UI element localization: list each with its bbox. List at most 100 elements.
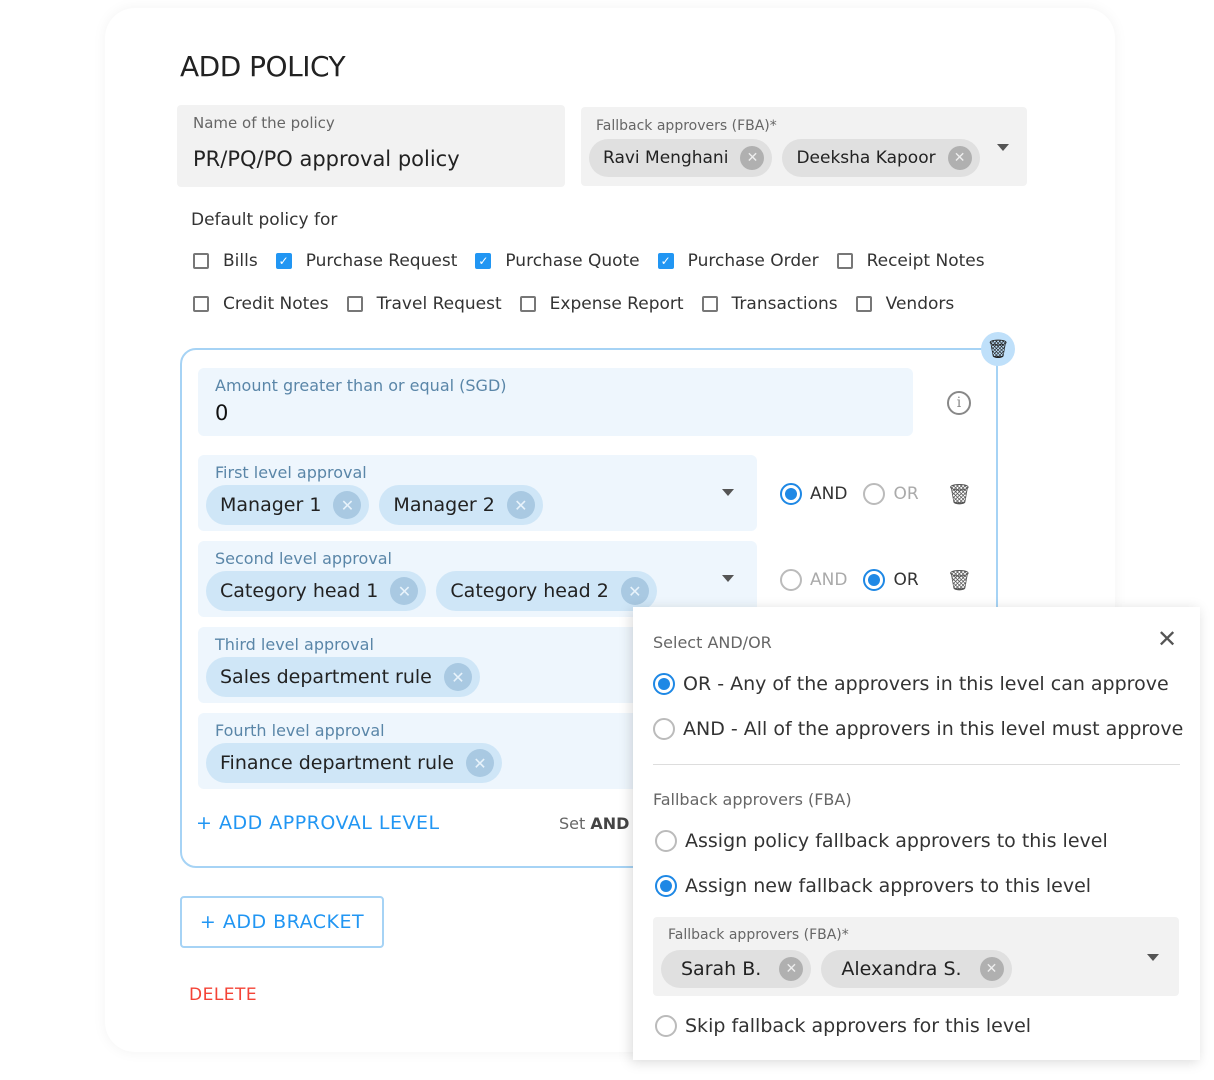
checkbox[interactable] <box>701 296 718 312</box>
popup-option-and[interactable]: AND - All of the approvers in this level… <box>653 718 1183 740</box>
checkbox[interactable] <box>346 296 363 312</box>
approver-chip: Manager 1 ✕ <box>206 485 370 525</box>
remove-chip-icon[interactable]: ✕ <box>620 577 649 605</box>
and-label: AND <box>810 484 848 504</box>
checkbox-credit-notes[interactable]: Credit Notes <box>193 294 329 314</box>
checkbox-vendors[interactable]: Vendors <box>855 294 955 314</box>
popup-fba-title: Fallback approvers (FBA) <box>653 790 852 809</box>
checkbox-label: Bills <box>223 251 258 271</box>
checkbox-label: Purchase Quote <box>505 251 640 271</box>
fallback-approvers-field[interactable]: Fallback approvers (FBA)* Ravi Menghani ✕… <box>581 107 1027 186</box>
radio-fba-skip[interactable] <box>655 1015 677 1037</box>
remove-chip-icon[interactable]: ✕ <box>506 491 535 519</box>
trash-icon[interactable]: 🗑 <box>947 482 972 506</box>
checkbox-label: Transactions <box>731 294 838 314</box>
fba-option-policy[interactable]: Assign policy fallback approvers to this… <box>655 830 1108 852</box>
checkbox-label: Credit Notes <box>223 294 329 314</box>
radio-or[interactable] <box>863 483 886 505</box>
checkbox-travel-request[interactable]: Travel Request <box>346 294 502 314</box>
popup-fba-label: Fallback approvers (FBA)* <box>668 927 849 943</box>
checkbox-row: Credit Notes Travel Request Expense Report… <box>193 294 972 314</box>
and-label: AND <box>810 570 848 590</box>
radio-and[interactable] <box>780 483 802 505</box>
set-and-or-link[interactable]: Set AND <box>559 814 629 833</box>
checkbox[interactable] <box>855 296 872 312</box>
fba-option-skip[interactable]: Skip fallback approvers for this level <box>655 1015 1031 1037</box>
and-or-toggle: AND OR 🗑 <box>780 482 972 506</box>
amount-value: 0 <box>215 401 229 425</box>
remove-chip-icon[interactable]: ✕ <box>979 957 1004 981</box>
checkbox[interactable]: ✓ <box>657 253 674 269</box>
radio-and[interactable] <box>653 718 675 740</box>
checkbox-label: Purchase Order <box>687 251 819 271</box>
dropdown-caret-icon[interactable] <box>722 489 734 496</box>
delete-bracket-button[interactable]: 🗑 <box>981 332 1015 366</box>
checkbox-label: Receipt Notes <box>866 251 985 271</box>
checkbox[interactable]: ✓ <box>275 253 292 269</box>
or-label: OR <box>893 570 919 590</box>
policy-name-label: Name of the policy <box>193 114 335 132</box>
trash-icon: 🗑 <box>986 338 1010 360</box>
checkbox-purchase-request[interactable]: ✓ Purchase Request <box>275 251 457 271</box>
approval-level-field[interactable]: First level approval Manager 1 ✕ Manager 2 ✕ <box>198 455 757 531</box>
amount-field[interactable]: Amount greater than or equal (SGD) 0 <box>198 368 913 436</box>
popup-option-or[interactable]: OR - Any of the approvers in this level … <box>653 673 1169 695</box>
approver-chip: Category head 2 ✕ <box>436 571 657 611</box>
radio-and[interactable] <box>780 569 802 591</box>
info-icon[interactable]: i <box>947 391 971 415</box>
close-icon[interactable]: ✕ <box>1157 625 1177 653</box>
level-label: Third level approval <box>215 635 374 654</box>
dropdown-caret-icon[interactable] <box>997 144 1009 151</box>
policy-name-value: PR/PQ/PO approval policy <box>193 147 460 171</box>
level-label: First level approval <box>215 463 367 482</box>
radio-or[interactable] <box>863 569 886 591</box>
checkbox[interactable] <box>836 253 853 269</box>
policy-name-field[interactable]: Name of the policy PR/PQ/PO approval pol… <box>177 105 565 187</box>
approver-chip: Manager 2 ✕ <box>379 485 543 525</box>
or-label: OR <box>893 484 919 504</box>
fba-chip: Alexandra S. ✕ <box>821 950 1012 988</box>
checkbox-row: Bills ✓ Purchase Request ✓ Purchase Quote ✓ Pu… <box>193 251 1003 271</box>
radio-or[interactable] <box>653 673 675 695</box>
checkbox-transactions[interactable]: Transactions <box>701 294 838 314</box>
popup-fba-field[interactable]: Fallback approvers (FBA)* Sarah B. ✕ Alex… <box>653 917 1179 996</box>
remove-chip-icon[interactable]: ✕ <box>779 957 804 981</box>
default-policy-label: Default policy for <box>191 210 338 230</box>
dropdown-caret-icon[interactable] <box>1147 954 1159 961</box>
add-bracket-button[interactable]: + ADD BRACKET <box>180 896 384 948</box>
checkbox-bills[interactable]: Bills <box>193 251 258 271</box>
approver-chip: Category head 1 ✕ <box>206 571 427 611</box>
checkbox[interactable] <box>519 296 536 312</box>
remove-chip-icon[interactable]: ✕ <box>443 663 472 691</box>
checkbox[interactable]: ✓ <box>475 253 492 269</box>
fba-chip: Ravi Menghani ✕ <box>589 139 773 177</box>
level-label: Second level approval <box>215 549 392 568</box>
remove-chip-icon[interactable]: ✕ <box>333 491 362 519</box>
remove-chip-icon[interactable]: ✕ <box>740 146 765 170</box>
page-title: ADD POLICY <box>180 50 346 83</box>
checkbox[interactable] <box>193 253 209 269</box>
approval-level-field[interactable]: Second level approval Category head 1 ✕ Cat… <box>198 541 757 617</box>
checkbox-receipt-notes[interactable]: Receipt Notes <box>836 251 985 271</box>
checkbox-label: Expense Report <box>549 294 684 314</box>
checkbox-label: Vendors <box>885 294 955 314</box>
remove-chip-icon[interactable]: ✕ <box>466 749 494 777</box>
and-or-toggle: AND OR 🗑 <box>780 568 972 592</box>
approver-chip: Sales department rule ✕ <box>206 657 480 697</box>
radio-fba-policy[interactable] <box>655 830 677 852</box>
dropdown-caret-icon[interactable] <box>722 575 734 582</box>
trash-icon[interactable]: 🗑 <box>947 568 972 592</box>
fba-chip: Deeksha Kapoor ✕ <box>782 139 980 177</box>
checkbox-purchase-order[interactable]: ✓ Purchase Order <box>657 251 819 271</box>
fba-label: Fallback approvers (FBA)* <box>596 118 777 134</box>
checkbox-expense-report[interactable]: Expense Report <box>519 294 684 314</box>
remove-chip-icon[interactable]: ✕ <box>390 577 419 605</box>
fba-option-new[interactable]: Assign new fallback approvers to this le… <box>655 875 1091 897</box>
fba-chip: Sarah B. ✕ <box>661 950 812 988</box>
delete-button[interactable]: DELETE <box>189 985 257 1005</box>
checkbox-purchase-quote[interactable]: ✓ Purchase Quote <box>475 251 640 271</box>
add-approval-level-button[interactable]: + ADD APPROVAL LEVEL <box>196 812 440 834</box>
radio-fba-new[interactable] <box>655 875 677 897</box>
checkbox[interactable] <box>193 296 209 312</box>
remove-chip-icon[interactable]: ✕ <box>947 146 972 170</box>
